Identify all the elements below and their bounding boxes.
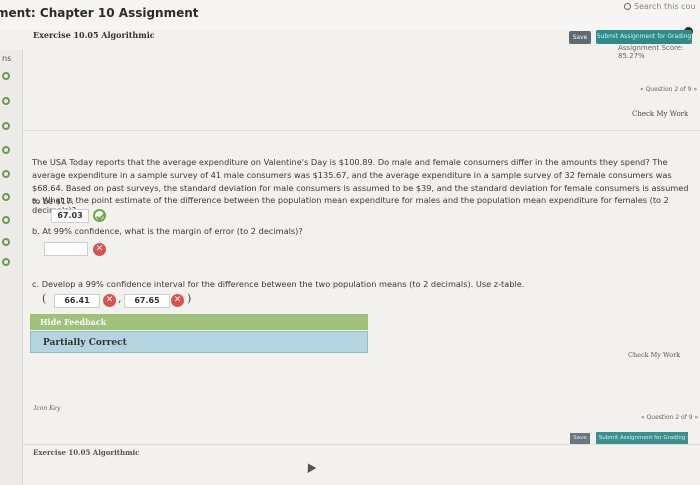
interval-close-paren: ) (187, 292, 192, 305)
answer-c-lower-input[interactable]: 66.41 (54, 294, 100, 308)
submit-assignment-button[interactable]: Submit Assignment for Grading (596, 30, 692, 44)
nav-status-icon[interactable] (2, 238, 10, 246)
interval-open-paren: ( (42, 292, 47, 305)
mouse-cursor-icon (303, 461, 317, 473)
answer-c-upper-input[interactable]: 67.65 (124, 294, 170, 308)
search-icon (624, 3, 631, 10)
nav-status-icon[interactable] (2, 97, 10, 105)
question-navigator-bottom[interactable]: « Question 2 of 9 » (641, 414, 698, 421)
incorrect-x-icon: ✕ (93, 243, 106, 256)
left-nav-strip (0, 50, 23, 485)
exercise-title-bottom: Exercise 10.05 Algorithmic (33, 448, 140, 457)
question-part-c: c. Develop a 99% confidence interval for… (32, 279, 525, 289)
nav-status-icon[interactable] (2, 193, 10, 201)
divider (22, 130, 700, 131)
icon-key-link[interactable]: Icon Key (34, 405, 60, 412)
interval-comma: , (118, 292, 122, 305)
answer-a-input[interactable]: 67.03 (51, 209, 89, 223)
nav-status-icon[interactable] (2, 170, 10, 178)
question-part-a: a. What is the point estimate of the dif… (32, 195, 669, 215)
nav-status-icon[interactable] (2, 122, 10, 130)
assignment-score: Assignment Score: 85.27% (618, 44, 684, 60)
nav-status-icon[interactable] (2, 216, 10, 224)
check-my-work-link-bottom[interactable]: Check My Work (628, 351, 680, 359)
search-box[interactable]: Search this cou (624, 2, 696, 11)
page-title: ment: Chapter 10 Assignment (0, 6, 199, 20)
incorrect-x-icon: ✕ (103, 294, 116, 307)
nav-status-icon[interactable] (2, 72, 10, 80)
nav-status-icon[interactable] (2, 146, 10, 154)
submit-assignment-button-bottom[interactable]: Submit Assignment for Grading (596, 432, 688, 444)
answer-b-input[interactable] (44, 242, 88, 256)
question-navigator[interactable]: « Question 2 of 9 » (640, 86, 697, 93)
divider (22, 444, 700, 445)
save-button[interactable]: Save (569, 31, 591, 44)
search-placeholder: Search this cou (634, 2, 696, 11)
correct-check-icon (93, 209, 106, 222)
nav-label: ns (2, 54, 12, 63)
feedback-status: Partially Correct (30, 331, 368, 353)
check-my-work-link[interactable]: Check My Work (632, 110, 688, 118)
incorrect-x-icon: ✕ (171, 294, 184, 307)
question-part-b: b. At 99% confidence, what is the margin… (32, 226, 303, 236)
nav-status-icon[interactable] (2, 258, 10, 266)
exercise-title: Exercise 10.05 Algorithmic (33, 30, 155, 40)
save-button-bottom[interactable]: Save (570, 433, 590, 444)
hide-feedback-button[interactable]: Hide Feedback (30, 314, 368, 330)
